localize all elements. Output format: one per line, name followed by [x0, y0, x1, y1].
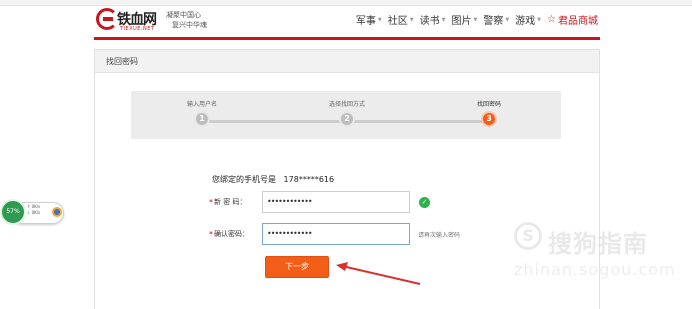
nav-item-military[interactable]: 军事 ▼ — [356, 12, 382, 27]
logo-mark-icon — [96, 8, 118, 30]
nav-item-shop[interactable]: ☆ 君品商城 — [547, 12, 598, 27]
download-arrow-icon: ↓ — [27, 210, 31, 215]
new-password-input[interactable]: •••••••••••• — [262, 191, 410, 213]
new-password-row: * 新 密 码： •••••••••••• ✓ — [209, 191, 430, 213]
speed-float-ball[interactable]: 57% ↑ 0K/s ↓ 0K/s — [0, 199, 64, 227]
main-nav: 军事 ▼ 社区 ▼ 读书 ▼ 图片 ▼ 警察 ▼ 游戏 ▼ ☆ 君品商城 — [356, 12, 598, 27]
site-slogan: 凝聚中国心 复兴中华魂 — [166, 10, 222, 30]
step-enter-username: 输入用户名 1 — [162, 99, 242, 127]
nav-item-police[interactable]: 警察 ▼ — [483, 12, 509, 27]
upload-arrow-icon: ↑ — [27, 204, 31, 209]
site-header: 铁血网 TIEXUE.NET 凝聚中国心 复兴中华魂 军事 ▼ 社区 ▼ 读书 ▼ 图… — [94, 6, 600, 38]
nav-label: 军事 — [355, 16, 376, 27]
caret-down-icon: ▼ — [441, 16, 446, 23]
confirm-password-row: * 确认密码： •••••••••••• 请再次输入密码 — [209, 223, 460, 245]
confirm-password-hint: 请再次输入密码 — [418, 231, 461, 239]
memory-percent: 57% — [0, 199, 26, 225]
caret-down-icon: ▼ — [473, 16, 478, 23]
step-choose-method: 选择找回方式 2 — [307, 99, 387, 127]
phone-value: 178*****616 — [283, 175, 335, 184]
nav-label: 游戏 — [515, 16, 536, 27]
step-label: 输入用户名 — [186, 101, 217, 108]
nav-item-games[interactable]: 游戏 ▼ — [515, 12, 541, 27]
slogan-line-1: 凝聚中国心 — [166, 11, 201, 19]
next-step-button[interactable]: 下一步 — [265, 256, 329, 278]
caret-down-icon: ▼ — [505, 16, 510, 23]
star-icon: ☆ — [547, 14, 556, 25]
progress-steps: 输入用户名 1 选择找回方式 2 找回密码 3 — [131, 91, 561, 139]
step-label: 选择找回方式 — [328, 101, 365, 108]
step-number: 1 — [194, 111, 210, 127]
check-icon: ✓ — [419, 196, 430, 208]
caret-down-icon: ▼ — [409, 16, 414, 23]
nav-label: 警察 — [483, 16, 504, 27]
caret-down-icon: ▼ — [537, 16, 542, 23]
nav-label: 社区 — [387, 16, 408, 27]
nav-label: 君品商城 — [558, 16, 598, 27]
site-logo[interactable]: 铁血网 TIEXUE.NET — [96, 8, 164, 34]
required-mark: * — [209, 197, 213, 207]
nav-item-pictures[interactable]: 图片 ▼ — [451, 12, 477, 27]
bound-phone-line: 您绑定的手机号是 178*****616 — [212, 174, 334, 185]
nav-item-reading[interactable]: 读书 ▼ — [420, 12, 446, 27]
confirm-password-input[interactable]: •••••••••••• — [262, 223, 410, 245]
slogan-line-2: 复兴中华魂 — [172, 21, 207, 29]
recover-password-panel: 找回密码 输入用户名 1 选择找回方式 2 找回密码 3 您绑定的手机号是 17… — [94, 49, 600, 309]
download-speed: 0K/s — [31, 210, 41, 215]
logo-subtext: TIEXUE.NET — [120, 26, 155, 32]
new-password-label: 新 密 码： — [214, 198, 247, 206]
step-number: 2 — [339, 111, 355, 127]
nav-label: 图片 — [451, 16, 472, 27]
nav-item-community[interactable]: 社区 ▼ — [388, 12, 414, 27]
step-label: 找回密码 — [476, 101, 501, 108]
caret-down-icon: ▼ — [377, 16, 382, 23]
header-divider — [94, 37, 600, 40]
phone-label: 您绑定的手机号是 — [212, 175, 276, 184]
step-number: 3 — [481, 111, 497, 127]
panel-title: 找回密码 — [95, 50, 599, 73]
required-mark: * — [209, 229, 213, 239]
upload-speed: 0K/s — [31, 204, 41, 209]
network-speed: ↑ 0K/s ↓ 0K/s — [27, 204, 40, 216]
step-recover-password: 找回密码 3 — [449, 99, 529, 127]
shield-icon — [52, 207, 62, 217]
confirm-password-label: 确认密码： — [214, 230, 249, 238]
nav-label: 读书 — [419, 16, 440, 27]
